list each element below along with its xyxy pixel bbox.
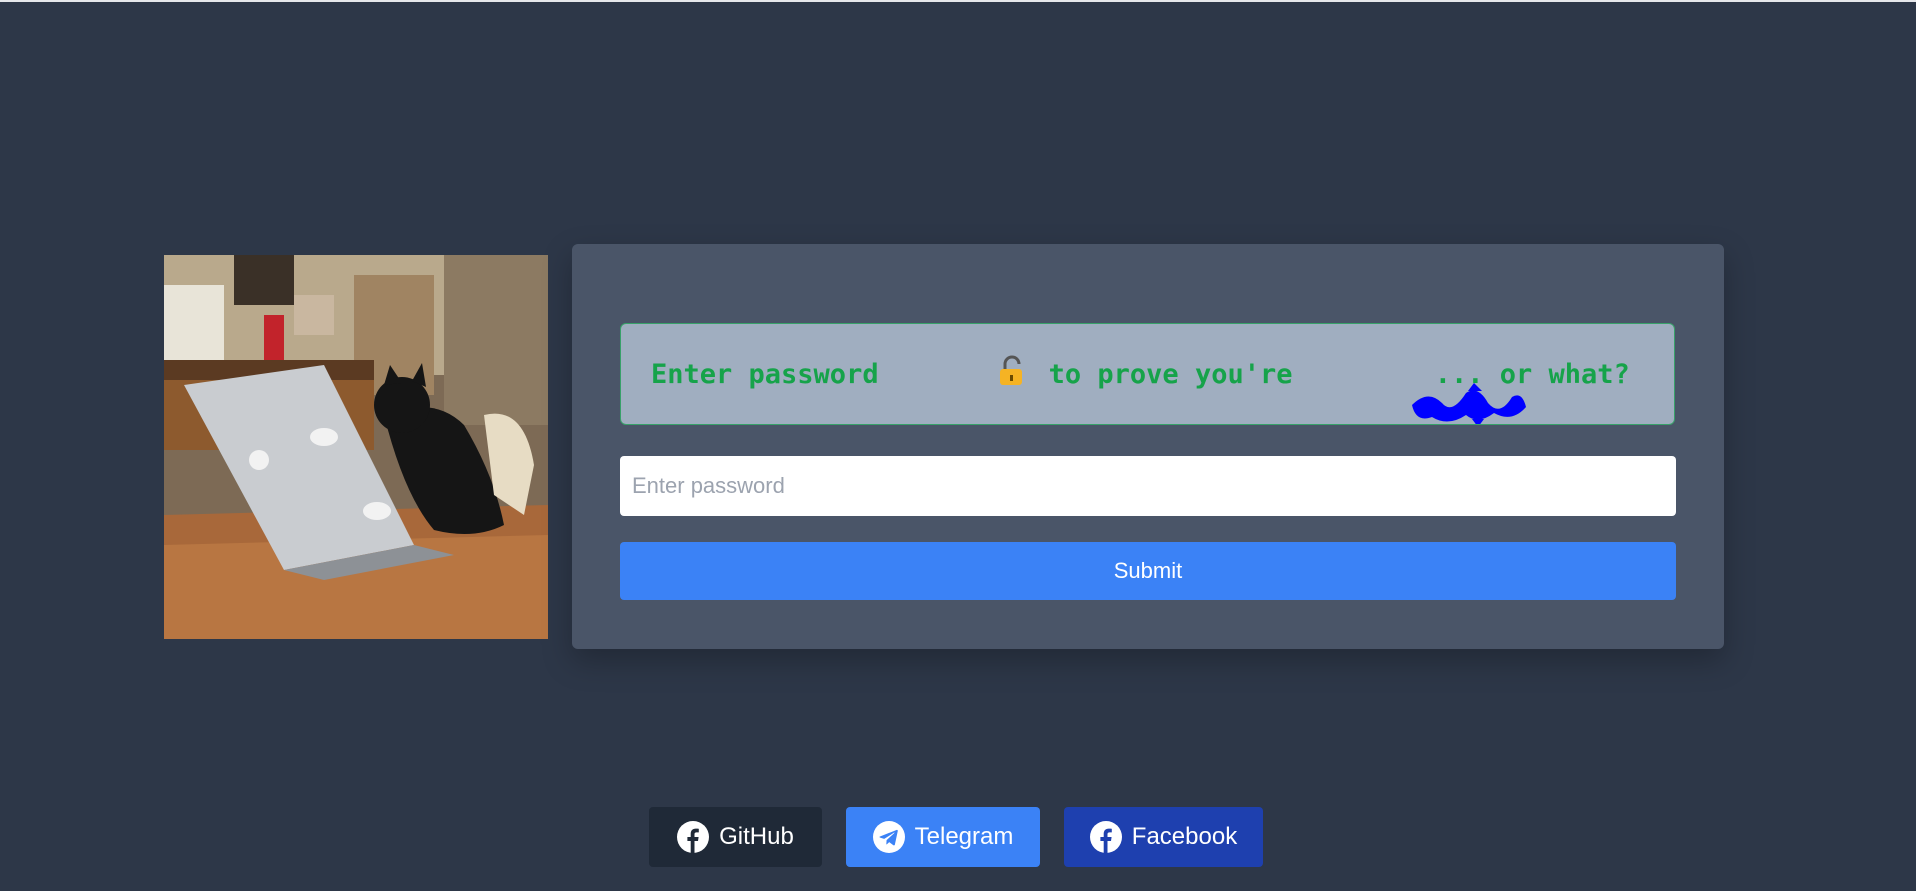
facebook-label: Facebook	[1131, 823, 1238, 850]
password-input[interactable]	[620, 456, 1676, 516]
prompt-text-start: Enter password	[651, 358, 895, 390]
lock-icon	[899, 324, 1029, 424]
submit-button[interactable]: Submit	[620, 542, 1676, 600]
github-button[interactable]: GitHub	[649, 807, 822, 867]
telegram-button[interactable]: Telegram	[846, 807, 1040, 867]
facebook-icon	[677, 821, 710, 853]
redaction-scribble	[1311, 352, 1527, 424]
prompt-text-end: ... or what?	[1434, 358, 1647, 390]
prompt-text-middle-2: u're	[1227, 358, 1309, 390]
eyes-icon	[1650, 325, 1674, 424]
telegram-label: Telegram	[914, 823, 1014, 850]
facebook-button[interactable]: Facebook	[1064, 807, 1263, 867]
typed-prompt-box: Enter password to prove yo u're ... or wh…	[620, 323, 1675, 425]
cat-laptop-image	[164, 255, 548, 639]
telegram-icon	[872, 821, 905, 853]
login-card: Enter password to prove yo u're ... or wh…	[572, 244, 1724, 649]
facebook-icon	[1089, 821, 1122, 853]
cat-laptop-illustration	[164, 255, 548, 639]
github-label: GitHub	[719, 823, 794, 850]
prompt-text-middle: to prove yo	[1032, 358, 1228, 390]
top-border	[0, 0, 1916, 2]
